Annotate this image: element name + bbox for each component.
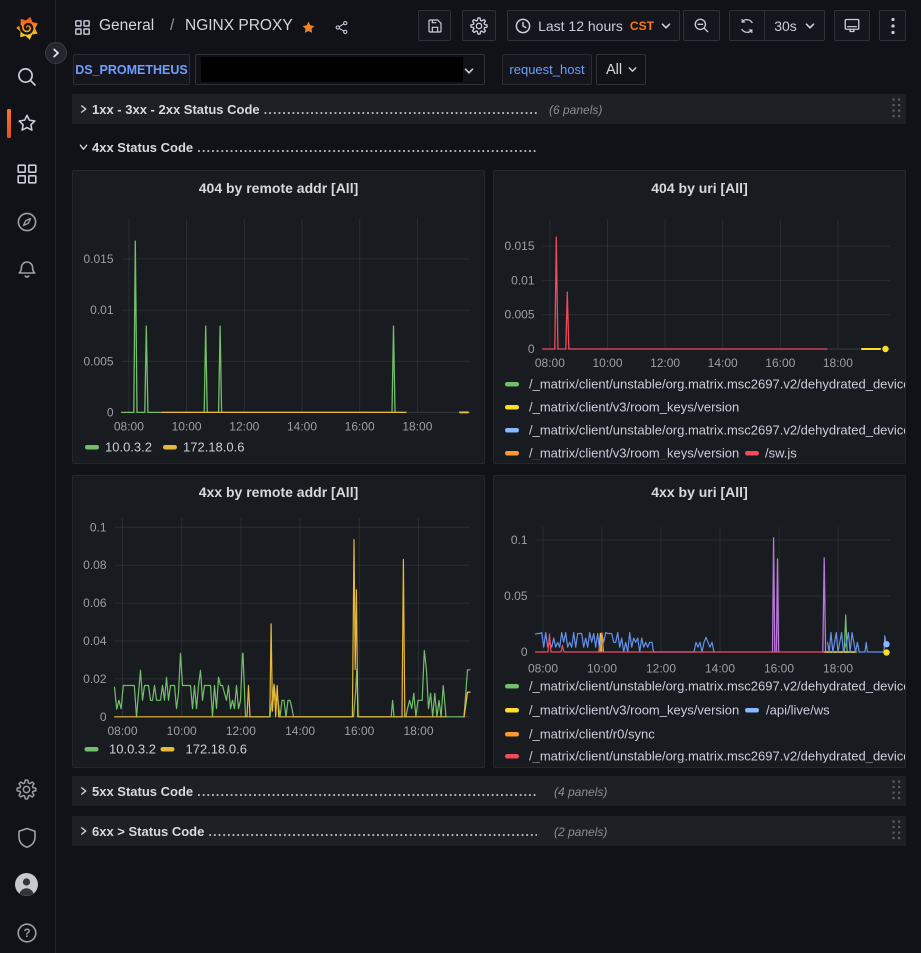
svg-text:14:00: 14:00 [287, 420, 317, 434]
svg-text:4xx by remote addr [All]: 4xx by remote addr [All] [199, 484, 359, 500]
svg-text:18:00: 18:00 [823, 356, 853, 370]
svg-text:10.0.3.2: 10.0.3.2 [109, 742, 156, 757]
svg-text:10:00: 10:00 [167, 724, 197, 738]
svg-text:10.0.3.2: 10.0.3.2 [105, 440, 152, 455]
svg-text:0.005: 0.005 [83, 354, 113, 368]
svg-text:08:00: 08:00 [107, 724, 137, 738]
svg-text:16:00: 16:00 [765, 356, 795, 370]
svg-text:0.06: 0.06 [83, 596, 107, 610]
svg-text:10:00: 10:00 [172, 420, 202, 434]
svg-text:/_matrix/client/v3/room_keys/v: /_matrix/client/v3/room_keys/version [529, 400, 739, 415]
svg-text:0.01: 0.01 [511, 273, 535, 287]
svg-text:/_matrix/client/v3/room_keys/v: /_matrix/client/v3/room_keys/version [529, 446, 739, 461]
svg-text:/_matrix/client/unstable/org.m: /_matrix/client/unstable/org.matrix.msc2… [529, 679, 906, 694]
svg-text:14:00: 14:00 [285, 724, 315, 738]
svg-text:18:00: 18:00 [402, 420, 432, 434]
svg-text:?: ? [23, 928, 30, 940]
svg-text:08:00: 08:00 [528, 662, 558, 676]
svg-text:0.015: 0.015 [83, 252, 113, 266]
svg-text:0.01: 0.01 [90, 303, 114, 317]
svg-text:14:00: 14:00 [708, 356, 738, 370]
svg-text:0: 0 [100, 710, 107, 724]
svg-text:0.02: 0.02 [83, 672, 107, 686]
svg-text:/_matrix/client/v3/room_keys/v: /_matrix/client/v3/room_keys/version [529, 703, 739, 718]
svg-text:12:00: 12:00 [229, 420, 259, 434]
svg-text:0.1: 0.1 [511, 533, 528, 547]
svg-text:16:00: 16:00 [344, 724, 374, 738]
svg-text:/_matrix/client/unstable/org.m: /_matrix/client/unstable/org.matrix.msc2… [529, 423, 906, 438]
svg-text:18:00: 18:00 [823, 662, 853, 676]
svg-text:/_matrix/client/unstable/org.m: /_matrix/client/unstable/org.matrix.msc2… [529, 749, 906, 764]
svg-text:08:00: 08:00 [535, 356, 565, 370]
svg-text:16:00: 16:00 [345, 420, 375, 434]
svg-text:172.18.0.6: 172.18.0.6 [183, 440, 244, 455]
svg-text:4xx by uri [All]: 4xx by uri [All] [651, 484, 747, 500]
svg-text:0.015: 0.015 [504, 239, 534, 253]
svg-text:0: 0 [528, 342, 535, 356]
svg-text:08:00: 08:00 [114, 420, 144, 434]
svg-text:172.18.0.6: 172.18.0.6 [186, 742, 247, 757]
svg-text:10:00: 10:00 [587, 662, 617, 676]
svg-text:/_matrix/client/r0/sync: /_matrix/client/r0/sync [529, 727, 655, 742]
svg-text:16:00: 16:00 [764, 662, 794, 676]
svg-text:404 by remote addr [All]: 404 by remote addr [All] [199, 180, 359, 196]
svg-text:12:00: 12:00 [650, 356, 680, 370]
svg-text:0: 0 [107, 405, 114, 419]
svg-text:/sw.js: /sw.js [765, 446, 797, 461]
svg-text:0.04: 0.04 [83, 634, 107, 648]
svg-text:/api/live/ws: /api/live/ws [766, 703, 830, 718]
svg-text:0.1: 0.1 [90, 520, 107, 534]
svg-text:0.05: 0.05 [504, 589, 528, 603]
svg-text:14:00: 14:00 [705, 662, 735, 676]
svg-text:18:00: 18:00 [403, 724, 433, 738]
svg-text:12:00: 12:00 [226, 724, 256, 738]
svg-text:12:00: 12:00 [646, 662, 676, 676]
svg-text:404 by uri [All]: 404 by uri [All] [651, 180, 747, 196]
svg-text:0.08: 0.08 [83, 558, 107, 572]
svg-text:/_matrix/client/unstable/org.m: /_matrix/client/unstable/org.matrix.msc2… [529, 377, 906, 392]
svg-text:0.005: 0.005 [504, 308, 534, 322]
svg-text:10:00: 10:00 [592, 356, 622, 370]
svg-text:0: 0 [521, 645, 528, 659]
